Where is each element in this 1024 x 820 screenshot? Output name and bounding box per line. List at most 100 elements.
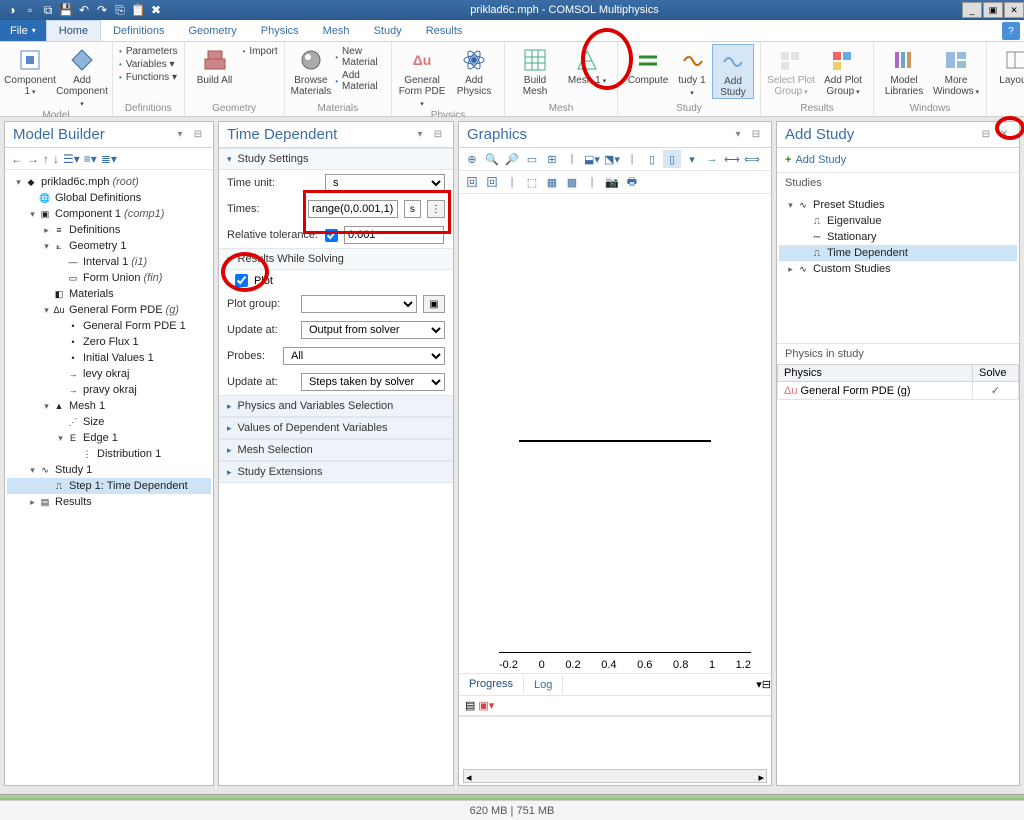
rel-tol-input[interactable] [344, 226, 444, 244]
tree-item[interactable]: ▾EEdge 1 [7, 430, 211, 446]
collapsed-section[interactable]: ▸Physics and Variables Selection [219, 395, 453, 417]
ruler-icon[interactable]: → [703, 150, 721, 168]
tree-item[interactable]: ▾◆priklad6c.mph(root) [7, 174, 211, 190]
print-icon[interactable]: 🖶 [623, 173, 641, 191]
collapse-icon[interactable]: ≣▾ [101, 152, 117, 166]
pin2-icon[interactable]: ⊟ [191, 128, 205, 142]
parameters-item[interactable]: Parameters [119, 46, 178, 57]
camera-icon[interactable]: 📷 [603, 173, 621, 191]
progress-clear-icon[interactable]: ▣▾ [478, 699, 494, 712]
import-item[interactable]: Import [243, 46, 278, 57]
pin-icon[interactable]: ▾ [173, 128, 187, 142]
tree-item[interactable]: →pravy okraj [7, 382, 211, 398]
variables-item[interactable]: Variables ▾ [119, 59, 178, 70]
save-icon[interactable]: 💾 [58, 2, 74, 18]
tree-item[interactable]: •Zero Flux 1 [7, 334, 211, 350]
paste-icon[interactable]: 📋 [130, 2, 146, 18]
tree-item[interactable]: ▸∿Custom Studies [779, 261, 1017, 277]
layout-button[interactable]: Layout [993, 44, 1024, 87]
plot-group-button[interactable]: ▣ [423, 295, 445, 313]
graphics-menu-icon[interactable]: ▾ [731, 128, 745, 142]
tree-item[interactable]: →levy okraj [7, 366, 211, 382]
open-icon[interactable]: ⧉ [40, 2, 56, 18]
tree-item[interactable]: ▾ΔuGeneral Form PDE(g) [7, 302, 211, 318]
maximize-button[interactable]: ▣ [983, 2, 1003, 18]
t2-icon[interactable]: 回 [483, 173, 501, 191]
times-range-button[interactable]: ⋮ [427, 200, 445, 218]
tab-definitions[interactable]: Definitions [101, 20, 176, 41]
tree-item[interactable]: ⎓Stationary [779, 229, 1017, 245]
add-study-tree[interactable]: ▾∿Preset Studies⎍Eigenvalue⎓Stationary⎍T… [777, 193, 1019, 343]
collapsed-section[interactable]: ▸Study Extensions [219, 461, 453, 483]
back-icon[interactable]: ← [11, 152, 23, 166]
t4-icon[interactable]: ▦ [543, 173, 561, 191]
progress-stop-icon[interactable]: ▤ [465, 699, 475, 712]
t3-icon[interactable]: ⬚ [523, 173, 541, 191]
minimize-button[interactable]: _ [962, 2, 982, 18]
t1-icon[interactable]: 回 [463, 173, 481, 191]
yz-icon[interactable]: ⬔▾ [603, 150, 621, 168]
model-libraries-button[interactable]: Model Libraries [880, 44, 928, 97]
tree-item[interactable]: ▾⟀Geometry 1 [7, 238, 211, 254]
copy-icon[interactable]: ⎘ [112, 2, 128, 18]
select2-icon[interactable]: ▯ [663, 150, 681, 168]
collapsed-section[interactable]: ▸Mesh Selection [219, 439, 453, 461]
results-while-solving-header[interactable]: ▾Results While Solving [219, 248, 453, 270]
new-icon[interactable]: ▫ [22, 2, 38, 18]
tree-item[interactable]: ▾∿Study 1 [7, 462, 211, 478]
tab-log[interactable]: Log [524, 676, 563, 694]
functions-item[interactable]: Functions ▾ [119, 72, 178, 83]
tree-item[interactable]: ▾▲Mesh 1 [7, 398, 211, 414]
tab-physics[interactable]: Physics [249, 20, 311, 41]
tab-home[interactable]: Home [46, 20, 101, 41]
fwd-icon[interactable]: → [27, 152, 39, 166]
settings-pin-icon[interactable]: ⊟ [431, 128, 445, 142]
ruler2-icon[interactable]: ⟷ [723, 150, 741, 168]
add-plot-group-button[interactable]: Add Plot Group [819, 44, 867, 98]
more-windows-button[interactable]: More Windows [932, 44, 980, 98]
table-row[interactable]: Δu General Form PDE (g)✓ [778, 382, 1019, 400]
zoom-in-icon[interactable]: 🔍 [483, 150, 501, 168]
study-settings-header[interactable]: ▾Study Settings [219, 148, 453, 170]
tab-results[interactable]: Results [414, 20, 475, 41]
tab-mesh[interactable]: Mesh [311, 20, 362, 41]
down-icon[interactable]: ↓ [53, 152, 59, 166]
tree-item[interactable]: 🌐Global Definitions [7, 190, 211, 206]
add-study-button[interactable]: Add Study [712, 44, 754, 99]
add-physics-button[interactable]: Add Physics [450, 44, 498, 97]
add-component-button[interactable]: Add Component [58, 44, 106, 110]
compute-button[interactable]: Compute [624, 44, 672, 86]
show-icon[interactable]: ☰▾ [63, 152, 80, 166]
tree-item[interactable]: ▾∿Preset Studies [779, 197, 1017, 213]
up-icon[interactable]: ↑ [43, 152, 49, 166]
graphics-pin-icon[interactable]: ⊟ [749, 128, 763, 142]
xy-icon[interactable]: ⬓▾ [583, 150, 601, 168]
settings-menu-icon[interactable]: ▾ [413, 128, 427, 142]
tree-item[interactable]: ⎍Time Dependent [779, 245, 1017, 261]
zoom-extents-icon[interactable]: ⊕ [463, 150, 481, 168]
close-button[interactable]: ✕ [1004, 2, 1024, 18]
expand-icon[interactable]: ≡▾ [84, 152, 97, 166]
add-study-close-icon[interactable]: ✕ [997, 128, 1011, 142]
build-all-button[interactable]: Build All [191, 44, 239, 86]
new-material-item[interactable]: New Material [335, 46, 385, 68]
delete-icon[interactable]: ✖ [148, 2, 164, 18]
ruler3-icon[interactable]: ⟺ [743, 150, 761, 168]
tree-item[interactable]: ⋰Size [7, 414, 211, 430]
probes-select[interactable]: All [283, 347, 445, 365]
t5-icon[interactable]: ▩ [563, 173, 581, 191]
graphics-canvas[interactable]: -0.200.20.40.60.811.2 [459, 194, 771, 673]
undo-icon[interactable]: ↶ [76, 2, 92, 18]
browse-materials-button[interactable]: Browse Materials [291, 44, 332, 97]
zoom-box-icon[interactable]: ▭ [523, 150, 541, 168]
general-form-pde-button[interactable]: ΔuGeneral Form PDE [398, 44, 446, 110]
times-input[interactable] [308, 200, 398, 218]
mesh-1-button[interactable]: Mesh 1 [563, 44, 611, 87]
file-menu[interactable]: File [0, 20, 46, 41]
tree-item[interactable]: •General Form PDE 1 [7, 318, 211, 334]
tree-item[interactable]: ▭Form Union(fin) [7, 270, 211, 286]
study-1-button[interactable]: tudy 1 [676, 44, 708, 99]
update-at-select[interactable]: Output from solver [301, 321, 445, 339]
update-at-2-select[interactable]: Steps taken by solver [301, 373, 445, 391]
tab-study[interactable]: Study [362, 20, 414, 41]
